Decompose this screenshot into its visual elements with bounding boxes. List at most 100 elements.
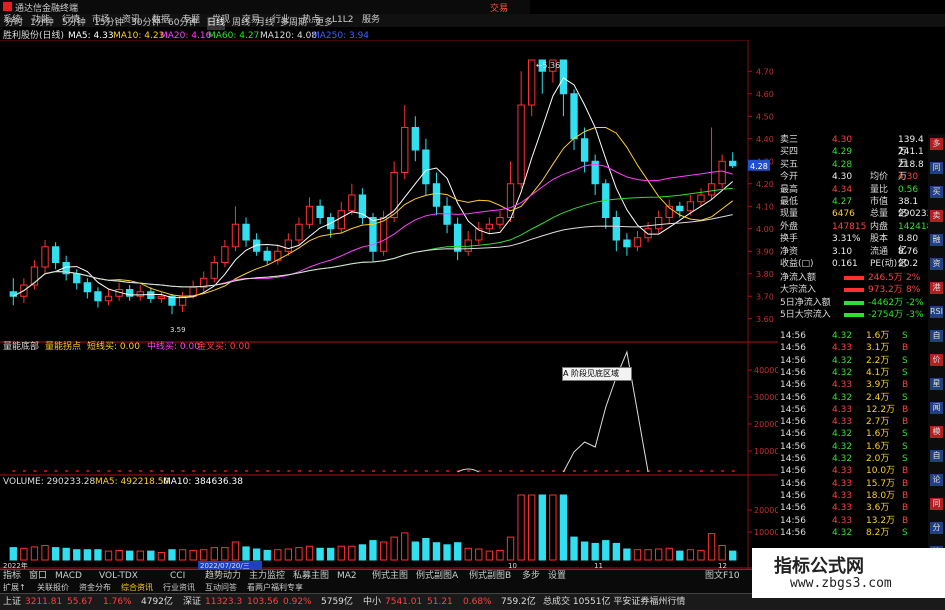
indicator-base-dot [149, 470, 153, 472]
period-tab-multi[interactable]: 多周期 [280, 17, 307, 30]
candle-up [221, 246, 229, 263]
period-tab-day[interactable]: 日线 [207, 17, 226, 30]
period-tab-5min[interactable]: 5分钟 [62, 17, 86, 30]
quote-row: 现量 6476 总量 290233 [778, 208, 932, 220]
indicator-tab[interactable]: 趋势动力 [205, 570, 241, 582]
volume-bar-down [729, 550, 737, 561]
period-tab-30min[interactable]: 30分钟 [131, 17, 160, 30]
trade-button[interactable]: 交易 [490, 1, 508, 14]
period-tab-15min[interactable]: 15分钟 [94, 17, 123, 30]
tick-time: 14:56 [780, 331, 806, 341]
volume-bar-up [464, 547, 472, 561]
side-tool-icon[interactable]: 买 [930, 186, 943, 198]
indicator-base-dot [498, 470, 502, 472]
tick-price: 4.33 [832, 417, 853, 428]
candle-up [654, 217, 663, 230]
side-tool-icon[interactable]: 多 [930, 138, 943, 150]
indicator-base-dot [710, 470, 714, 472]
info-tab[interactable]: 资金分布 [79, 582, 111, 593]
indicator-base-dot [276, 470, 280, 472]
side-tool-icon[interactable]: 论 [930, 474, 943, 486]
side-tool-icon[interactable]: 资 [930, 258, 943, 270]
tick-row: 14:56 4.32 1.6万 S [778, 441, 923, 453]
side-tool-icon[interactable]: 同 [930, 162, 943, 174]
indicator-tab[interactable]: MACD [55, 570, 82, 582]
indicator-tab[interactable]: 例式副图B [469, 570, 511, 582]
volume-bar-up [104, 550, 113, 561]
side-tool-icon[interactable]: 分 [930, 522, 943, 534]
side-tool-icon[interactable]: 同 [930, 498, 943, 510]
indicator-base-dot [350, 470, 354, 472]
tick-price: 4.32 [832, 331, 853, 341]
candle-up [104, 295, 113, 302]
tick-volume: 3.6万 [866, 503, 890, 514]
tick-time: 14:56 [780, 454, 806, 464]
indicator-base-dot [594, 470, 598, 472]
side-tool-icon[interactable]: 星 [930, 378, 943, 390]
side-tool-icon[interactable]: 自 [930, 450, 943, 462]
info-tab[interactable]: 互动问答 [205, 582, 237, 593]
indicator-base-dot [488, 470, 492, 472]
price-axis-label: 3.80 [756, 270, 774, 279]
status-chg: 55.67 [67, 597, 93, 607]
info-tab[interactable]: 扩展↑ [3, 582, 26, 593]
indicator-base-dot [96, 470, 100, 472]
indicator-tab[interactable]: VOL-TDX [99, 570, 138, 582]
indicator-tab[interactable]: MA2 [337, 570, 357, 582]
indicator-tab[interactable]: 多步 [522, 570, 540, 582]
side-tool-icon[interactable]: 自 [930, 330, 943, 342]
period-tab-60min[interactable]: 60分钟 [168, 17, 197, 30]
indicator-item-1: 量能拐点 [45, 342, 82, 352]
period-tab-1min[interactable]: 1分钟 [30, 17, 54, 30]
indicator-base-dot [192, 470, 196, 472]
quote-key: 今开 [780, 172, 799, 183]
indicator-tab[interactable]: CCI [170, 570, 185, 582]
candle-up [136, 291, 144, 297]
kline-chart[interactable]: 4.704.604.504.404.304.204.104.003.903.80… [0, 40, 778, 570]
info-tab[interactable]: 综合资讯 [121, 582, 153, 593]
side-tool-icon[interactable]: RSI [930, 306, 943, 318]
side-tool-icon[interactable]: 价 [930, 354, 943, 366]
quote-value: 4.34 [832, 184, 853, 195]
indicator-tab[interactable]: 窗口 [29, 570, 47, 582]
quote-value: 4.30 [832, 135, 853, 145]
volume-bar-down [94, 549, 102, 561]
tick-row: 14:56 4.33 13.2万 B [778, 515, 923, 527]
side-tool-icon[interactable]: 闻 [930, 402, 943, 414]
indicator-tab[interactable]: 例式副图A [416, 570, 458, 582]
quote-value: 4.28 [832, 159, 853, 170]
f10-tab[interactable]: 图文F10 [705, 570, 740, 582]
indicator-tab[interactable]: 例式主图 [372, 570, 408, 582]
tick-volume: 2.7万 [866, 417, 890, 428]
indicator-name: 量能底部 [3, 342, 40, 352]
indicator-tab[interactable]: 主力监控 [249, 570, 285, 582]
indicator-tab[interactable]: 指标 [3, 570, 21, 582]
tick-price: 4.32 [832, 355, 853, 366]
tick-side: B [902, 490, 909, 501]
indicator-base-dot [573, 470, 577, 472]
side-tool-icon[interactable]: 卖 [930, 210, 943, 222]
tick-price: 4.32 [832, 367, 853, 378]
period-tab-more[interactable]: 更多 [315, 17, 333, 30]
menu-item-service[interactable]: 服务 [362, 14, 380, 27]
side-tool-icon[interactable]: 融 [930, 234, 943, 246]
info-tab[interactable]: 关联报价 [37, 582, 69, 593]
period-tab-month[interactable]: 月线 [256, 17, 274, 30]
flow-bar [844, 276, 864, 280]
period-tab-intraday[interactable]: 分时 [5, 17, 23, 30]
info-tab[interactable]: 行业资讯 [163, 582, 195, 593]
side-tool-icon[interactable]: 港 [930, 282, 943, 294]
indicator-base-dot [202, 470, 206, 472]
tick-row: 14:56 4.33 2.7万 B [778, 416, 923, 428]
indicator-base-dot [509, 470, 513, 472]
indicator-tab[interactable]: 设置 [548, 570, 566, 582]
indicator-tab[interactable]: 私募主图 [293, 570, 329, 582]
tick-row: 14:56 4.32 8.2万 S [778, 527, 923, 539]
indicator-base-dot [393, 470, 397, 472]
info-tab[interactable]: 看两户福利专享 [247, 582, 303, 593]
status-amt: 4792亿 [141, 597, 173, 607]
volume-bar-up [200, 549, 208, 561]
period-tab-week[interactable]: 周线 [232, 17, 250, 30]
side-tool-icon[interactable]: 模 [930, 426, 943, 438]
indicator-base-dot [551, 470, 555, 472]
